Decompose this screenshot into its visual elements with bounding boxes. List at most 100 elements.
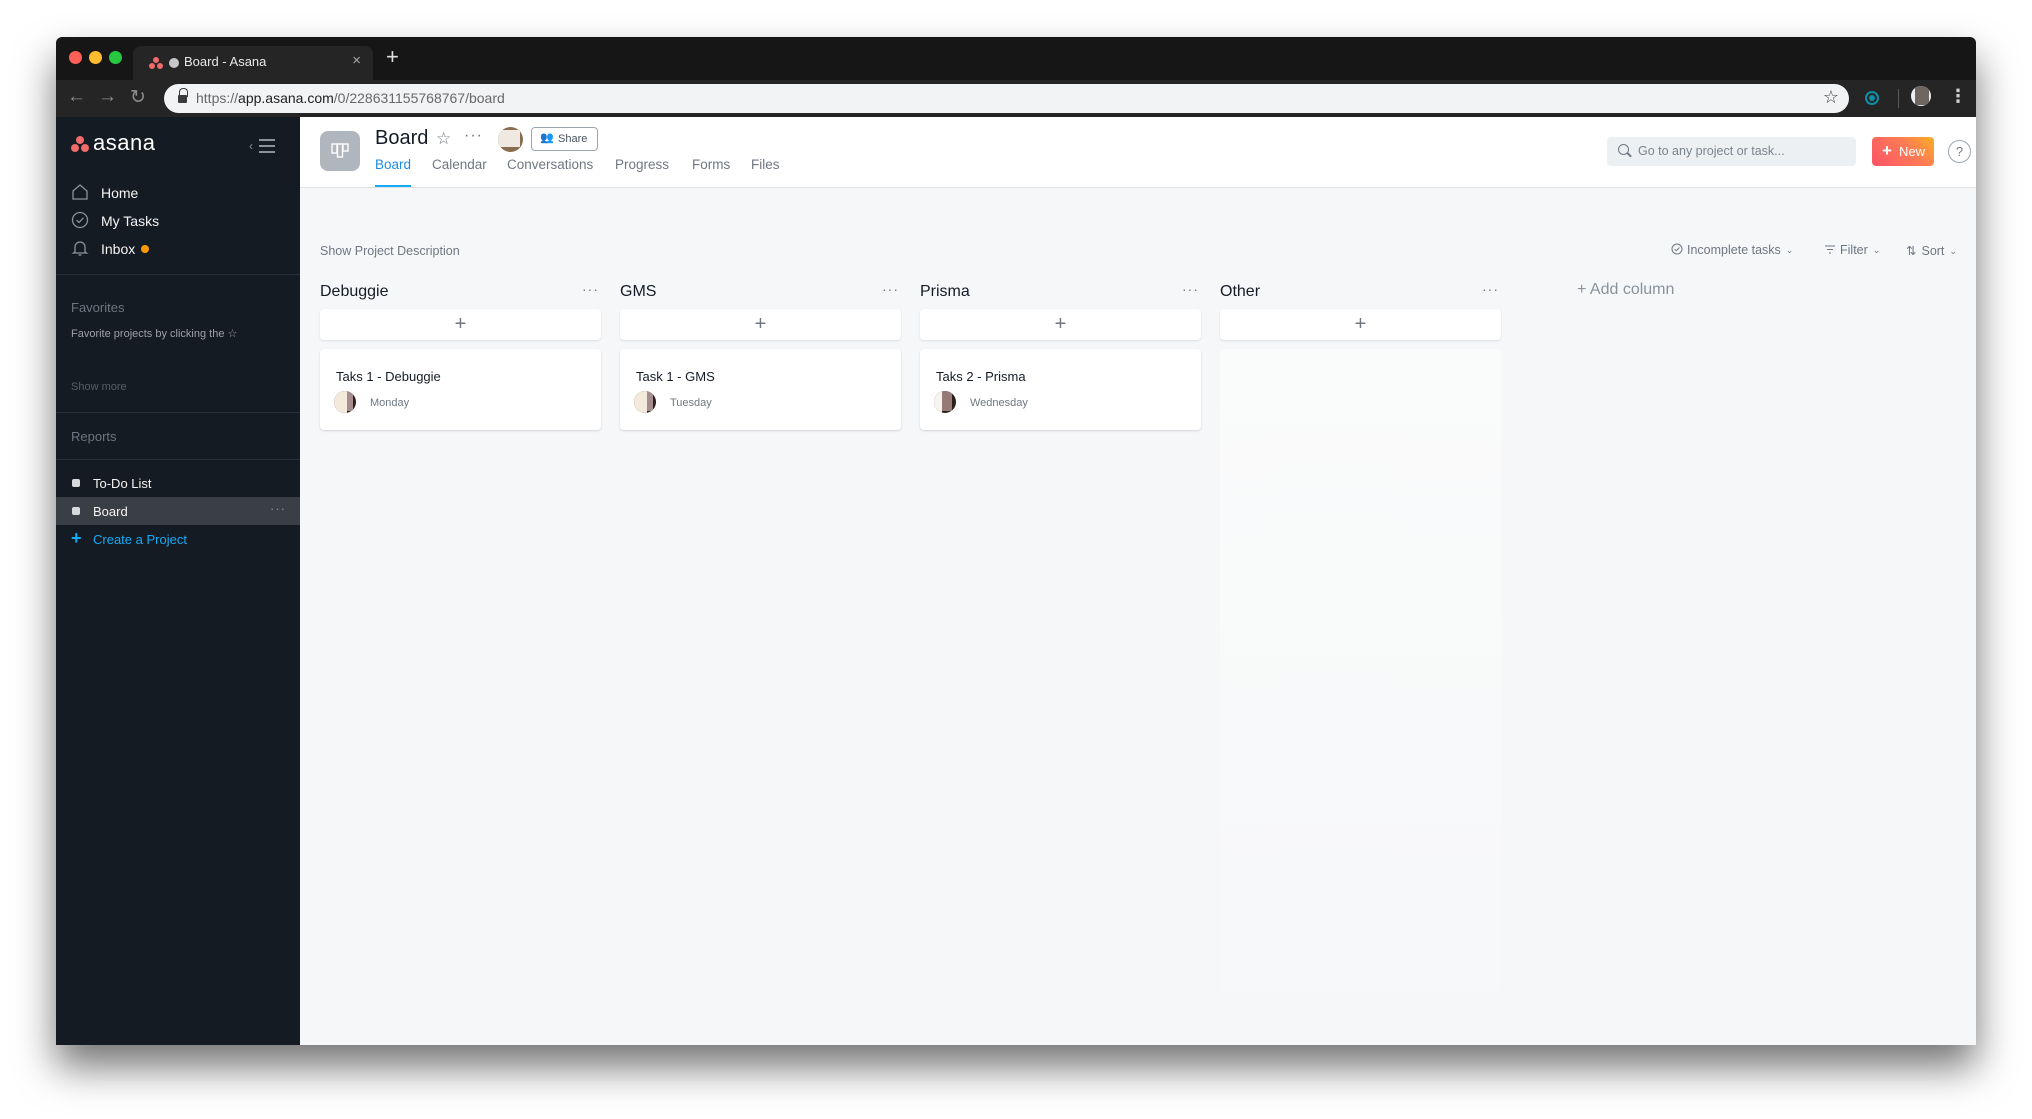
sort-label: Sort bbox=[1921, 244, 1945, 258]
browser-tab-bar: Board - Asana × + bbox=[56, 37, 1976, 80]
favorite-star-icon[interactable]: ☆ bbox=[436, 129, 451, 149]
chevron-down-icon: ⌄ bbox=[1785, 245, 1794, 255]
browser-window: Board - Asana × + ← → ↻ https://app.asan… bbox=[56, 37, 1976, 1045]
share-button[interactable]: 👥 Share bbox=[531, 127, 598, 151]
new-button[interactable]: + New bbox=[1872, 137, 1934, 166]
page-title[interactable]: Board bbox=[375, 127, 428, 150]
search-placeholder: Go to any project or task... bbox=[1638, 144, 1785, 158]
task-name: Task 1 - GMS bbox=[636, 369, 715, 384]
project-board-icon[interactable] bbox=[320, 131, 360, 171]
maximize-window-button[interactable] bbox=[109, 51, 122, 64]
sort-icon: ⇅ bbox=[1906, 244, 1917, 258]
add-task-button[interactable]: + bbox=[1220, 309, 1501, 340]
column-more-icon[interactable]: ··· bbox=[582, 281, 599, 297]
tab-calendar[interactable]: Calendar bbox=[432, 157, 487, 187]
task-due-date[interactable]: Wednesday bbox=[970, 397, 1028, 409]
create-project-button[interactable]: + Create a Project bbox=[56, 525, 300, 553]
show-project-description-link[interactable]: Show Project Description bbox=[320, 244, 460, 258]
tab-files[interactable]: Files bbox=[751, 157, 780, 187]
browser-menu-icon[interactable]: ⋮ bbox=[1949, 86, 1967, 107]
sidebar-project-board[interactable]: Board ··· bbox=[56, 497, 300, 525]
asana-logo-icon bbox=[71, 136, 89, 152]
url-text[interactable]: https://app.asana.com/0/228631155768767/… bbox=[196, 90, 505, 106]
filter-label: Filter bbox=[1840, 243, 1868, 257]
sidebar-divider bbox=[56, 412, 300, 413]
sidebar-item-label: My Tasks bbox=[101, 213, 160, 229]
task-card[interactable]: Task 1 - GMS Tuesday bbox=[620, 349, 901, 430]
forward-icon[interactable]: → bbox=[98, 86, 117, 108]
inbox-label: Inbox bbox=[101, 241, 136, 257]
sidebar-project-todo-list[interactable]: To-Do List bbox=[56, 469, 300, 497]
close-tab-icon[interactable]: × bbox=[352, 52, 361, 69]
plus-icon: + bbox=[71, 528, 82, 548]
search-input[interactable]: Go to any project or task... bbox=[1607, 137, 1856, 166]
tab-conversations[interactable]: Conversations bbox=[507, 157, 593, 187]
browser-tab[interactable]: Board - Asana × bbox=[133, 46, 373, 80]
task-due-date[interactable]: Tuesday bbox=[670, 397, 712, 409]
asana-favicon-icon bbox=[149, 57, 163, 69]
minimize-window-button[interactable] bbox=[89, 51, 102, 64]
filter-icon bbox=[1825, 245, 1835, 254]
assignee-avatar[interactable] bbox=[634, 391, 656, 413]
project-header: Board ☆ ··· 👥 Share Board Calendar Conve… bbox=[300, 117, 1976, 188]
notification-dot-icon bbox=[141, 245, 150, 253]
add-task-button[interactable]: + bbox=[920, 309, 1201, 340]
column-more-icon[interactable]: ··· bbox=[1182, 281, 1199, 297]
tab-board[interactable]: Board bbox=[375, 157, 412, 187]
reload-icon[interactable]: ↻ bbox=[130, 86, 146, 109]
project-actions-icon[interactable]: ··· bbox=[464, 127, 483, 145]
sidebar-item-label: Home bbox=[101, 185, 139, 201]
sidebar-item-home[interactable]: Home bbox=[56, 180, 300, 206]
tab-progress[interactable]: Progress bbox=[615, 157, 669, 187]
column-title[interactable]: Debuggie bbox=[320, 283, 389, 301]
sidebar-item-my-tasks[interactable]: My Tasks bbox=[56, 208, 300, 234]
create-project-label: Create a Project bbox=[93, 532, 187, 547]
address-bar[interactable]: https://app.asana.com/0/228631155768767/… bbox=[164, 84, 1849, 113]
tab-title: Board - Asana bbox=[184, 54, 267, 69]
project-label: Board bbox=[93, 504, 128, 519]
column-more-icon[interactable]: ··· bbox=[882, 281, 899, 297]
reports-heading[interactable]: Reports bbox=[71, 429, 117, 444]
column-title[interactable]: Prisma bbox=[920, 283, 970, 301]
show-more-link[interactable]: Show more bbox=[71, 381, 127, 393]
browser-profile-avatar[interactable] bbox=[1911, 86, 1931, 106]
column-title[interactable]: GMS bbox=[620, 283, 656, 301]
column-drop-zone[interactable] bbox=[1220, 349, 1501, 1045]
member-avatar[interactable] bbox=[498, 127, 523, 152]
help-button[interactable]: ? bbox=[1948, 140, 1971, 163]
filter-dropdown[interactable]: Filter ⌄ bbox=[1825, 243, 1880, 257]
assignee-avatar[interactable] bbox=[934, 391, 956, 413]
url-scheme: https:// bbox=[196, 90, 239, 106]
share-label: Share bbox=[558, 133, 588, 145]
column-more-icon[interactable]: ··· bbox=[1482, 281, 1499, 297]
toolbar-divider bbox=[1898, 89, 1899, 108]
favorites-heading[interactable]: Favorites bbox=[71, 300, 124, 315]
add-task-button[interactable]: + bbox=[620, 309, 901, 340]
collapse-sidebar-icon[interactable]: ‹ bbox=[249, 138, 275, 154]
incomplete-tasks-dropdown[interactable]: Incomplete tasks ⌄ bbox=[1671, 243, 1793, 257]
project-color-dot-icon bbox=[72, 507, 80, 515]
new-label: New bbox=[1899, 144, 1926, 159]
new-tab-button[interactable]: + bbox=[386, 44, 399, 70]
assignee-avatar[interactable] bbox=[334, 391, 356, 413]
incomplete-tasks-label: Incomplete tasks bbox=[1687, 243, 1781, 257]
sidebar-item-inbox[interactable]: Inbox bbox=[56, 236, 300, 262]
task-card[interactable]: Taks 1 - Debuggie Monday bbox=[320, 349, 601, 430]
add-task-button[interactable]: + bbox=[320, 309, 601, 340]
column-title[interactable]: Other bbox=[1220, 283, 1260, 301]
close-window-button[interactable] bbox=[69, 51, 82, 64]
project-more-icon[interactable]: ··· bbox=[270, 501, 286, 516]
sort-dropdown[interactable]: ⇅ Sort ⌄ bbox=[1906, 243, 1957, 258]
back-icon[interactable]: ← bbox=[67, 86, 86, 108]
bookmark-star-icon[interactable]: ☆ bbox=[1823, 87, 1839, 108]
check-circle-icon bbox=[1671, 243, 1683, 255]
url-path: /0/228631155768767/board bbox=[333, 90, 505, 106]
extension-icon[interactable] bbox=[1865, 91, 1879, 105]
task-card[interactable]: Taks 2 - Prisma Wednesday bbox=[920, 349, 1201, 430]
project-color-dot-icon bbox=[72, 479, 80, 487]
task-due-date[interactable]: Monday bbox=[370, 397, 409, 409]
tab-forms[interactable]: Forms bbox=[692, 157, 730, 187]
browser-toolbar: ← → ↻ https://app.asana.com/0/2286311557… bbox=[56, 80, 1976, 117]
check-circle-icon bbox=[71, 211, 89, 229]
add-column-button[interactable]: + Add column bbox=[1577, 281, 1674, 299]
